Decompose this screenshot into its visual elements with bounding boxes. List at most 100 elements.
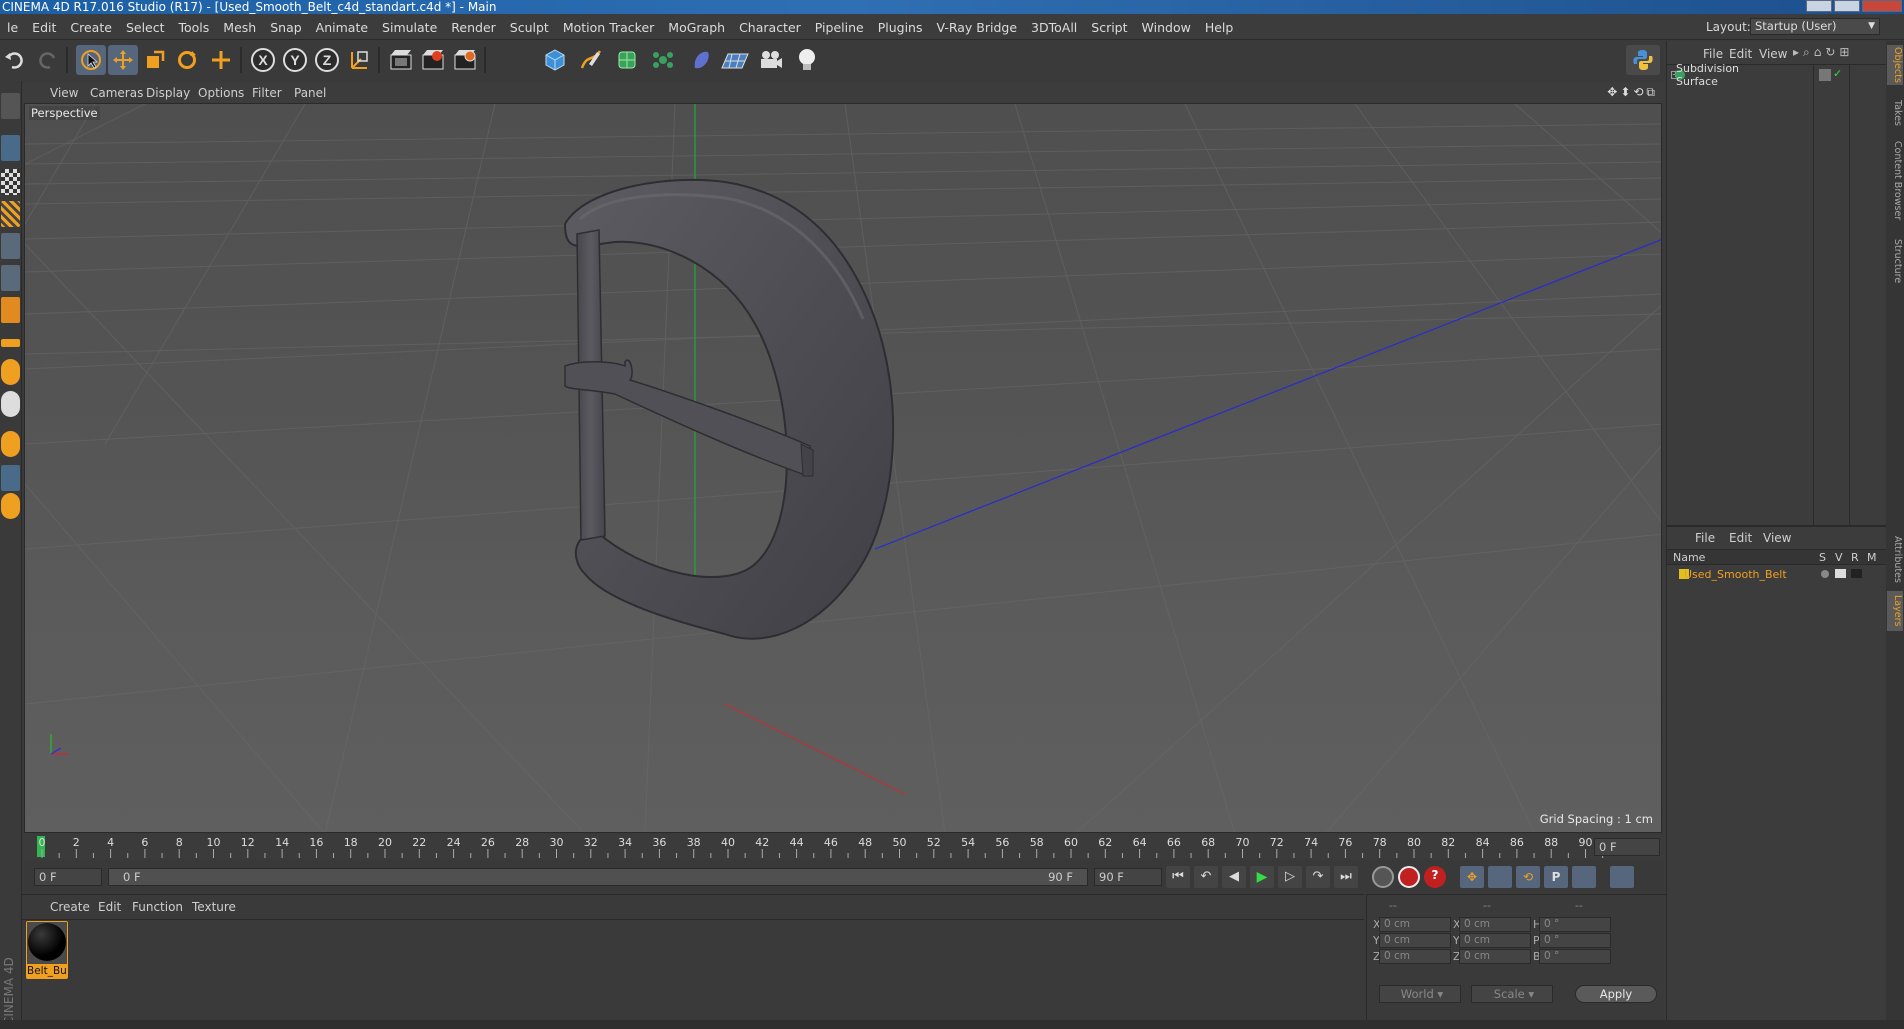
axis-mode-icon[interactable] (1, 339, 20, 347)
edges-mode-icon[interactable] (1, 265, 20, 291)
apply-button[interactable]: Apply (1575, 985, 1657, 1003)
menu-item-le[interactable]: le (0, 20, 25, 35)
floor-icon[interactable] (720, 45, 750, 75)
menu-item-sculpt[interactable]: Sculpt (503, 20, 556, 35)
tab-takes[interactable]: Takes (1887, 95, 1903, 131)
menu-item-3dtoall[interactable]: 3DToAll (1024, 20, 1084, 35)
layer-menu-view[interactable]: View (1763, 531, 1791, 545)
record-active-icon[interactable] (1398, 866, 1420, 888)
key-parameter-icon[interactable]: P (1544, 866, 1568, 888)
viewport-menu-filter[interactable]: Filter (252, 86, 282, 100)
menu-item-v-ray-bridge[interactable]: V-Ray Bridge (930, 20, 1025, 35)
menu-item-window[interactable]: Window (1135, 20, 1198, 35)
menu-item-pipeline[interactable]: Pipeline (808, 20, 871, 35)
belt-buckle-model[interactable] (563, 178, 895, 640)
layer-visible-icon[interactable] (1835, 569, 1846, 578)
menu-item-plugins[interactable]: Plugins (871, 20, 930, 35)
menu-item-simulate[interactable]: Simulate (375, 20, 444, 35)
autokey-icon[interactable]: ? (1424, 866, 1446, 888)
locked-workplane-icon[interactable] (1, 465, 20, 491)
coord-value-field[interactable]: 0 ° (1539, 917, 1611, 932)
coord-value-field[interactable]: 0 ° (1539, 933, 1611, 948)
go-to-start-icon[interactable]: ⏮ (1166, 866, 1190, 888)
record-disabled-icon[interactable] (1372, 866, 1394, 888)
coord-value-field[interactable]: 0 cm (1459, 917, 1531, 932)
x-axis-icon[interactable]: X (248, 45, 278, 75)
menu-item-tools[interactable]: Tools (172, 20, 217, 35)
undo-icon[interactable] (0, 45, 30, 75)
previous-frame-icon[interactable]: ◀ (1222, 866, 1246, 888)
material-menu-edit[interactable]: Edit (98, 900, 121, 914)
workplane-icon[interactable] (1, 201, 20, 227)
viewport-menu-cameras[interactable]: Cameras (90, 86, 143, 100)
menu-item-character[interactable]: Character (732, 20, 808, 35)
menu-item-help[interactable]: Help (1198, 20, 1241, 35)
menu-item-create[interactable]: Create (63, 20, 119, 35)
pen-icon[interactable] (576, 45, 606, 75)
previous-key-icon[interactable]: ↶ (1194, 866, 1218, 888)
coord-value-field[interactable]: 0 cm (1459, 949, 1531, 964)
material-menu-function[interactable]: Function (132, 900, 183, 914)
planar-workplane-icon[interactable] (1, 493, 20, 519)
viewport-navigation-icons[interactable]: ✥⬍⟲⧉ (1607, 85, 1658, 100)
cube-icon[interactable] (540, 45, 570, 75)
y-axis-icon[interactable]: Y (280, 45, 310, 75)
viewport-camera-label[interactable]: Perspective (29, 106, 100, 120)
render-view-icon[interactable] (386, 45, 416, 75)
tab-structure[interactable]: Structure (1887, 233, 1903, 289)
add-icon[interactable] (206, 45, 236, 75)
material-menu-texture[interactable]: Texture (192, 900, 236, 914)
menu-item-render[interactable]: Render (444, 20, 503, 35)
layer-render-icon[interactable] (1851, 569, 1862, 578)
make-editable-icon[interactable] (1, 93, 20, 119)
go-to-end-icon[interactable]: ⏭ (1334, 866, 1358, 888)
viewport-menu-view[interactable]: View (50, 86, 78, 100)
object-menu-view[interactable]: View (1759, 47, 1787, 61)
snap-icon[interactable] (1, 391, 20, 417)
key-rotation-icon[interactable]: ⟲ (1516, 866, 1540, 888)
key-scale-icon[interactable] (1488, 866, 1512, 888)
render-picture-viewer-icon[interactable] (418, 45, 448, 75)
tab-content-browser[interactable]: Content Browser (1887, 137, 1903, 225)
end-frame-field[interactable]: 90 F (1094, 868, 1162, 886)
material-swatch[interactable]: Belt_Bu (26, 921, 68, 979)
timeline-ruler[interactable]: 0 2 4 6 8 10 12 14 16 18 20 22 24 26 28 30 32 34 36 38 40 42 4… (24, 835, 1664, 859)
python-icon[interactable] (1626, 45, 1660, 75)
play-icon[interactable]: ▶ (1250, 866, 1274, 888)
next-frame-icon[interactable]: ▷ (1278, 866, 1302, 888)
subdivision-icon[interactable] (612, 45, 642, 75)
timeline-window-icon[interactable] (1610, 866, 1634, 888)
layer-menu-edit[interactable]: Edit (1729, 531, 1752, 545)
magnet-icon[interactable] (1, 431, 20, 457)
deformer-icon[interactable] (686, 45, 716, 75)
light-icon[interactable] (792, 45, 822, 75)
coord-value-field[interactable]: 0 ° (1539, 949, 1611, 964)
live-selection-icon[interactable] (76, 45, 106, 75)
coord-value-field[interactable]: 0 cm (1459, 933, 1531, 948)
object-menu-file[interactable]: File (1703, 47, 1723, 61)
material-menu-create[interactable]: Create (50, 900, 90, 914)
model-mode-icon[interactable] (1, 135, 20, 161)
polygons-mode-icon[interactable] (1, 297, 20, 323)
render-settings-icon[interactable] (450, 45, 480, 75)
scale-icon[interactable] (140, 45, 170, 75)
next-key-icon[interactable]: ↷ (1306, 866, 1330, 888)
menu-item-motion-tracker[interactable]: Motion Tracker (556, 20, 661, 35)
rotate-icon[interactable] (172, 45, 202, 75)
menu-item-select[interactable]: Select (119, 20, 172, 35)
layer-tag-icon[interactable] (1819, 69, 1831, 81)
camera-icon[interactable] (756, 45, 786, 75)
redo-icon[interactable] (32, 45, 62, 75)
coord-value-field[interactable]: 0 cm (1379, 933, 1451, 948)
tab-attributes[interactable]: Attributes (1887, 529, 1903, 589)
close-button[interactable] (1862, 0, 1902, 12)
coord-value-field[interactable]: 0 cm (1379, 949, 1451, 964)
object-manager-tool-icons[interactable]: ▸⌕⌂↻⊞ (1793, 45, 1853, 60)
move-icon[interactable] (108, 45, 138, 75)
frame-range-slider[interactable]: 0 F 90 F (108, 868, 1088, 886)
viewport-menu-display[interactable]: Display (146, 86, 190, 100)
viewport-menu-panel[interactable]: Panel (294, 86, 326, 100)
key-pla-icon[interactable] (1572, 866, 1596, 888)
menu-item-animate[interactable]: Animate (309, 20, 375, 35)
menu-item-edit[interactable]: Edit (25, 20, 63, 35)
